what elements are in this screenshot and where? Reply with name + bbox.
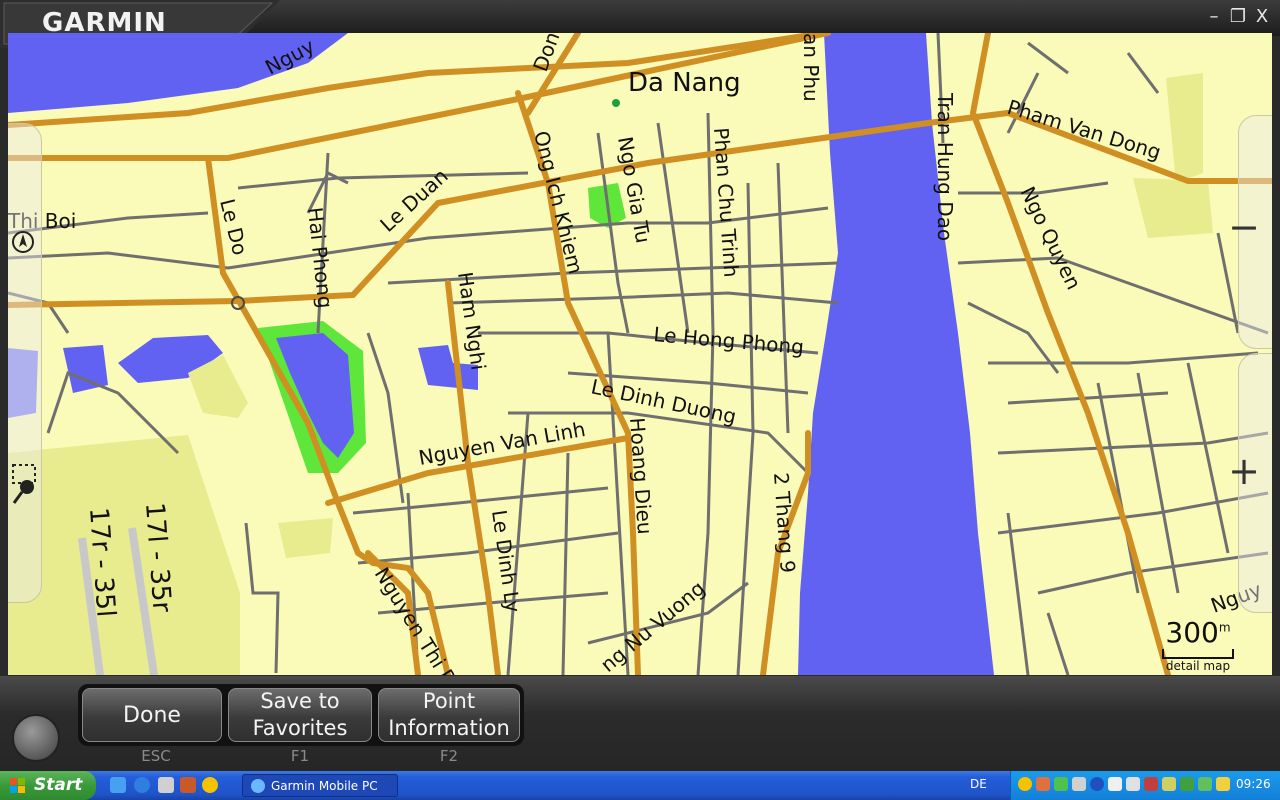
main-menu-button[interactable]	[12, 714, 60, 762]
green-light-4	[1166, 73, 1203, 183]
tray-bluetooth-icon[interactable]	[1090, 777, 1104, 791]
tray-update-icon[interactable]	[1162, 777, 1176, 791]
tray-battery-icon[interactable]	[1198, 777, 1212, 791]
tray-network-icon[interactable]	[1054, 777, 1068, 791]
done-button[interactable]: Done	[82, 688, 222, 742]
close-icon[interactable]: X	[1252, 6, 1272, 28]
street-label-le-hong-phong: Le Hong Phong	[653, 322, 805, 359]
quicklaunch-browser-icon[interactable]	[134, 777, 150, 793]
map-scale: 300m detail map	[1158, 616, 1238, 673]
street-label-tran-hung-dao: Tran Hung Dao	[933, 92, 957, 241]
quicklaunch-app-icon[interactable]	[180, 777, 196, 793]
taskbar-item-garmin[interactable]: Garmin Mobile PC	[242, 774, 398, 797]
left-side-tab	[8, 123, 42, 603]
street-label-pham-van-dong: Pham Van Dong	[1005, 95, 1164, 165]
tray-app-icon[interactable]	[1036, 777, 1050, 791]
green-light-2	[278, 518, 333, 558]
windows-flag-icon	[10, 778, 25, 793]
scale-bar	[1162, 649, 1234, 659]
scale-caption: detail map	[1165, 659, 1231, 673]
shortcut-f1: F1	[290, 747, 310, 765]
street-label-2-thang-9: 2 Thang 9	[769, 472, 800, 574]
tray-window-icon[interactable]	[1126, 777, 1140, 791]
scale-unit: m	[1218, 620, 1231, 635]
green-light-3	[1133, 178, 1213, 238]
map-view[interactable]: Da Nang Nguy Don an Phu Pham Van Dong Tr…	[8, 33, 1272, 675]
tray-mail-icon[interactable]	[1108, 777, 1122, 791]
zoom-out-button[interactable]: −	[1224, 207, 1264, 247]
compass-icon[interactable]	[10, 229, 36, 255]
street-label: an Phu	[799, 33, 823, 102]
restore-icon[interactable]: ❐	[1228, 6, 1248, 28]
scale-number: 300	[1165, 616, 1219, 649]
street-label-ngo-quyen: Ngo Quyen	[1016, 183, 1086, 294]
shortcut-f2: F2	[439, 747, 459, 765]
shortcut-esc: ESC	[141, 747, 171, 765]
garmin-app-icon	[251, 779, 265, 793]
tray-messenger-icon[interactable]	[1018, 777, 1032, 791]
tray-shield-icon[interactable]	[1216, 777, 1230, 791]
language-indicator[interactable]: DE	[970, 777, 987, 791]
taskbar-item-label: Garmin Mobile PC	[271, 779, 378, 793]
clock: 09:26	[1236, 777, 1271, 791]
tray-security-icon[interactable]	[1144, 777, 1158, 791]
scale-value: 300m	[1158, 616, 1238, 649]
minimize-icon[interactable]: –	[1204, 6, 1224, 28]
street-label: ng Nu Vuong	[596, 576, 710, 675]
quicklaunch-settings-icon[interactable]	[158, 777, 174, 793]
street-label-hai-phong: Hai Phong	[303, 206, 337, 310]
tray-sync-icon[interactable]	[1180, 777, 1194, 791]
zoom-in-button[interactable]: +	[1224, 451, 1264, 491]
quicklaunch-desktop-icon[interactable]	[110, 777, 126, 793]
city-label-da-nang: Da Nang	[628, 68, 741, 98]
start-button[interactable]: Start	[0, 771, 96, 800]
point-information-button[interactable]: Point Information	[378, 688, 520, 742]
airport-area	[8, 435, 240, 675]
map-canvas: Da Nang Nguy Don an Phu Pham Van Dong Tr…	[8, 33, 1272, 675]
quicklaunch-messenger-icon[interactable]	[202, 777, 218, 793]
save-to-favorites-button[interactable]: Save to Favorites	[228, 688, 372, 742]
map-select-icon[interactable]	[10, 463, 40, 507]
start-label: Start	[34, 775, 83, 795]
city-dot	[612, 99, 620, 107]
tray-device-icon[interactable]	[1072, 777, 1086, 791]
